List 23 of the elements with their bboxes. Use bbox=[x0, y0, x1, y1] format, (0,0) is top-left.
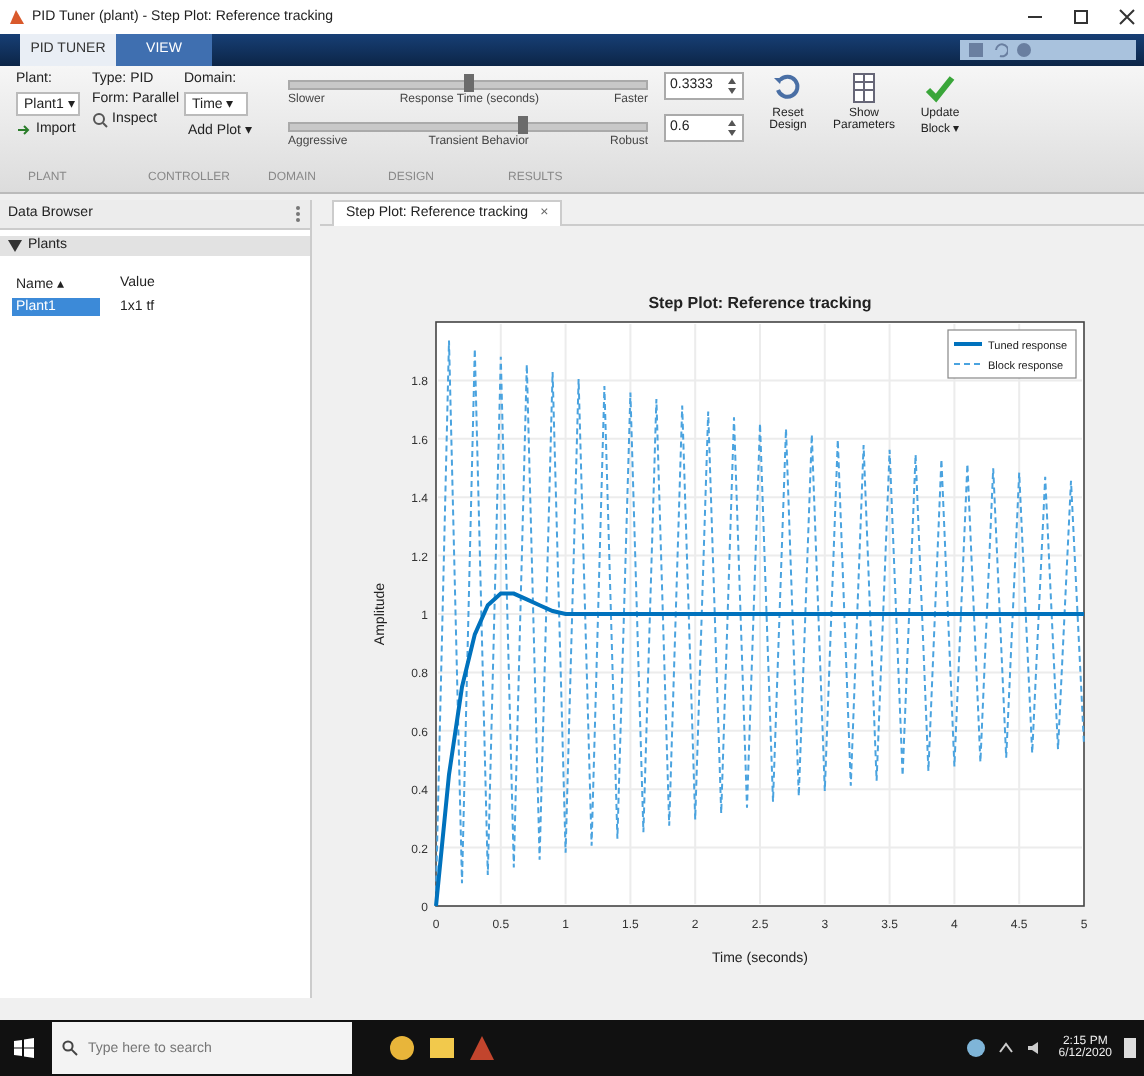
slider-thumb[interactable] bbox=[517, 115, 528, 134]
chart-title: Step Plot: Reference tracking bbox=[648, 293, 872, 312]
spinner-arrows-icon bbox=[726, 75, 738, 96]
notification-icon bbox=[1124, 1036, 1136, 1061]
save-icon bbox=[968, 41, 984, 58]
slider-track[interactable] bbox=[288, 121, 648, 132]
table-icon bbox=[848, 71, 880, 104]
undo-icon bbox=[992, 41, 1008, 58]
chevron-up-icon bbox=[998, 1040, 1015, 1057]
slider-track[interactable] bbox=[288, 79, 648, 90]
spinner-arrows-icon bbox=[726, 117, 738, 138]
app-icon bbox=[8, 7, 26, 26]
close-icon bbox=[1118, 7, 1136, 26]
maximize-icon bbox=[1072, 7, 1090, 26]
legend bbox=[947, 328, 1077, 378]
slider-thumb[interactable] bbox=[464, 73, 474, 92]
windows-start-icon bbox=[14, 1038, 34, 1059]
expand-triangle-icon bbox=[8, 239, 22, 252]
magnifier-icon bbox=[92, 111, 108, 128]
panel-menu-icon bbox=[294, 204, 302, 223]
reset-icon bbox=[772, 71, 804, 104]
check-icon bbox=[924, 71, 956, 104]
import-icon bbox=[16, 121, 32, 138]
